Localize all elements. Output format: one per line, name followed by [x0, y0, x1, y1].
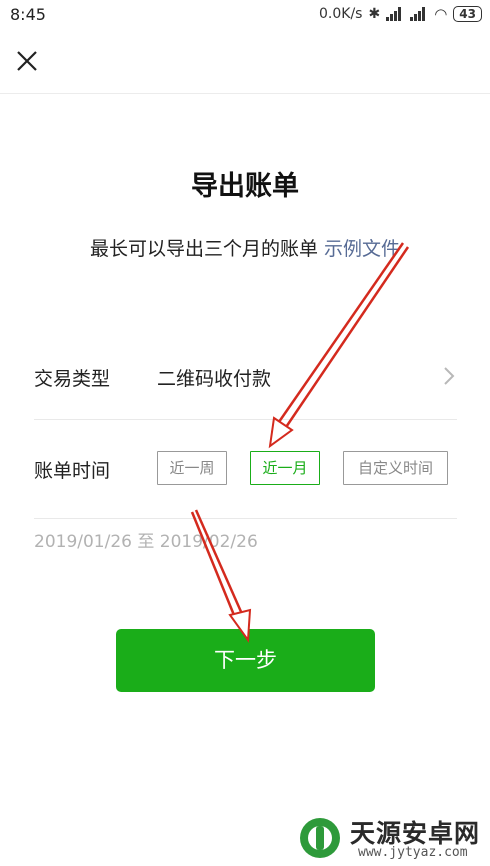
top-bar: [0, 30, 490, 94]
page-title: 导出账单: [191, 171, 299, 202]
battery-icon: 43: [453, 6, 482, 22]
page-subtitle: 最长可以导出三个月的账单 示例文件: [0, 234, 490, 261]
subtitle-text: 最长可以导出三个月的账单: [89, 238, 318, 260]
wifi-icon: ◠: [434, 5, 448, 23]
sample-file-link[interactable]: 示例文件: [324, 238, 400, 260]
transaction-type-row[interactable]: 交易类型 二维码收付款: [34, 340, 457, 420]
transaction-type-value: 二维码收付款: [157, 368, 272, 390]
chip-last-week[interactable]: 近一周: [157, 451, 227, 485]
transaction-type-label: 交易类型: [34, 368, 111, 390]
chip-last-month[interactable]: 近一月: [250, 451, 320, 485]
status-bar: 8:45 0.0K/s ✱ ◠ 43: [0, 0, 490, 30]
signal-icon: [386, 7, 404, 21]
bill-time-label: 账单时间: [34, 460, 111, 482]
signal-icon-2: [410, 7, 428, 21]
next-step-button[interactable]: 下一步: [116, 629, 375, 692]
watermark: 天源安卓网 www.jytyaz.com: [298, 812, 488, 866]
chevron-right-icon: [444, 367, 455, 385]
status-time: 8:45: [10, 5, 46, 24]
bluetooth-icon: ✱: [368, 6, 381, 22]
chip-custom-time[interactable]: 自定义时间: [343, 451, 448, 485]
watermark-url: www.jytyaz.com: [358, 845, 468, 860]
close-icon[interactable]: [12, 46, 42, 76]
status-icons: 0.0K/s ✱ ◠ 43: [319, 5, 482, 23]
date-range: 2019/01/26 至 2019/02/26: [34, 532, 258, 552]
watermark-logo-icon: [300, 818, 340, 858]
bill-time-row: 账单时间 近一周 近一月 自定义时间: [34, 421, 457, 519]
network-speed: 0.0K/s: [319, 6, 363, 22]
